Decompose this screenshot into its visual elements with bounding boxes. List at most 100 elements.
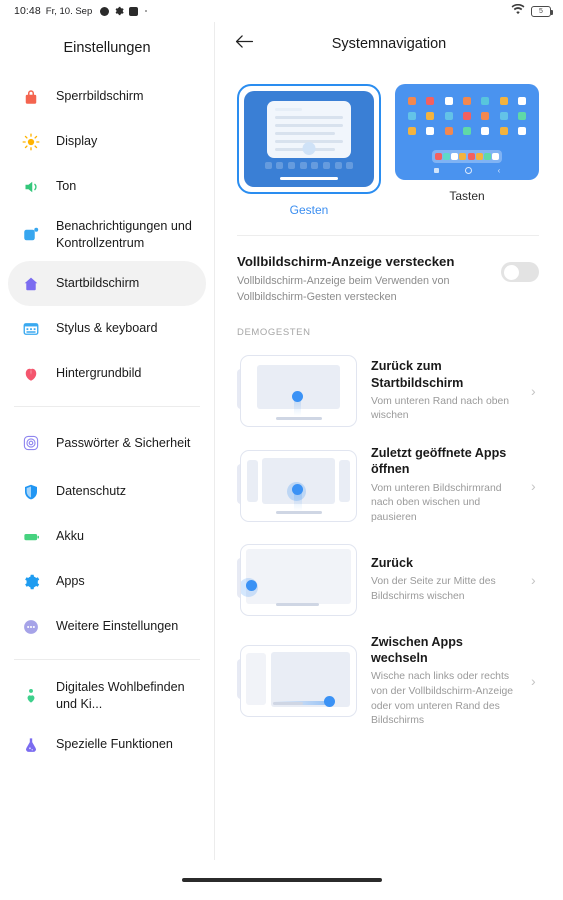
settings-sidebar: Einstellungen Sperrbildschirm Display Ton B… [0,22,215,860]
sidebar-item-startbildschirm[interactable]: Startbildschirm [8,261,206,306]
gesture-title: Zuletzt geöffnete Apps öffnen [371,446,507,477]
keyboard-icon [20,318,42,340]
battery-level-text: 5 [539,7,543,15]
sidebar-item-stylus-keyboard[interactable]: Stylus & keyboard [8,306,206,351]
thumb-touch-dot [291,484,303,496]
mode-option-gestures[interactable]: Gesten [237,84,381,217]
chevron-right-icon[interactable]: › [531,674,545,688]
settings-app-window: 10:48 Fr, 10. Sep 5 Einstellungen Sperrb… [0,0,563,900]
thumb-home-bar [273,701,304,705]
sidebar-item-spezielle-funktionen[interactable]: Spezielle Funktionen [8,722,206,767]
sidebar-item-label: Akku [56,529,84,543]
back-button[interactable] [231,31,257,57]
sidebar-item-label: Benachrichtigungen und Kontrollzentrum [56,219,192,250]
preview-app-icon [462,97,471,106]
thumb-screen-right [338,460,351,503]
preview-app-icon [407,112,416,121]
thumb-frame [240,645,357,718]
swipe-up-home-thumb [237,355,357,428]
thumb-screen-left [246,460,259,503]
preview-app-icon [499,97,508,106]
sidebar-item-display[interactable]: Display [8,119,206,164]
status-bar: 10:48 Fr, 10. Sep 5 [0,0,563,22]
main-header: Systemnavigation [215,22,563,66]
preview-app-icon [426,127,435,136]
sidebar-item-hintergrundbild[interactable]: Hintergrundbild [8,351,206,396]
mode-gestures-label: Gesten [289,203,329,217]
preview-dock-icon [443,153,451,160]
status-time: 10:48 [14,5,41,17]
preview-line [275,131,335,135]
sidebar-group: Digitales Wohlbefinden und Ki... Speziell… [0,670,214,767]
gear-icon [114,6,124,16]
back-arrow-icon [235,34,254,54]
preview-dock-icon [475,153,483,160]
sidebar-item-passw-rter-sicherheit[interactable]: Passwörter & Sicherheit [8,417,206,469]
thumb-home-bar [275,511,322,515]
content-area: Einstellungen Sperrbildschirm Display Ton B… [0,22,563,860]
sidebar-item-label: Weitere Einstellungen [56,619,179,633]
preview-app-icon [462,112,471,121]
sidebar-item-weitere-einstellungen[interactable]: Weitere Einstellungen [8,604,206,649]
sidebar-item-sperrbildschirm[interactable]: Sperrbildschirm [8,74,206,119]
preview-app-row [407,127,527,136]
sidebar-item-label: Passwörter & Sicherheit [56,435,191,450]
status-bar-left: 10:48 Fr, 10. Sep [14,5,148,17]
swipe-up-hold-thumb [237,449,357,522]
status-date: Fr, 10. Sep [45,5,93,17]
chevron-right-icon[interactable]: › [531,479,545,493]
preview-app-icon [426,97,435,106]
sidebar-divider [14,659,200,660]
preview-app-icon [444,127,453,136]
mode-option-buttons[interactable]: ‹ Tasten [395,84,539,217]
shield-icon [20,481,42,503]
sidebar-divider [14,406,200,407]
preview-line [275,115,343,119]
thumb-screen [270,652,351,707]
preview-dock-icon [435,153,443,160]
sidebar-groups: Sperrbildschirm Display Ton Benachrichtigun… [0,74,214,767]
navigation-mode-selector: Gesten ‹ Tasten [215,66,563,217]
page-title: Systemnavigation [331,36,447,52]
battery-icon [20,526,42,548]
sidebar-item-label: Stylus & keyboard [56,321,158,335]
brightness-icon [20,131,42,153]
home-indicator-bar[interactable] [181,878,382,882]
demo-gestures-section-label: DEMOGESTEN [237,327,311,339]
gear-icon [20,571,42,593]
gesture-list-item[interactable]: Zwischen Apps wechseln Wische nach links … [237,625,545,738]
sidebar-item-apps[interactable]: Apps [8,559,206,604]
sidebar-item-datenschutz[interactable]: Datenschutz [8,469,206,514]
swipe-side-back-thumb [237,543,357,616]
gesture-list-item[interactable]: Zurück zum Startbildschirm Vom unteren Ra… [237,346,545,436]
fingerprint-icon [20,432,42,454]
sidebar-title: Einstellungen [63,40,151,56]
gesture-list-item[interactable]: Zuletzt geöffnete Apps öffnen Vom unteren… [237,436,545,535]
sidebar-item-label: Startbildschirm [56,276,140,290]
sidebar-item-benachrichtigungen-und-kontrollzentrum[interactable]: Benachrichtigungen und Kontrollzentrum [8,209,206,261]
gesture-subtitle: Vom unteren Rand nach oben wischen [371,395,510,422]
preview-app-icon [481,112,490,121]
preview-dock-icon [483,153,491,160]
hide-fullscreen-indicator-row[interactable]: Vollbildschirm-Anzeige verstecken Vollbi… [215,236,563,305]
sidebar-item-ton[interactable]: Ton [8,164,206,209]
preview-dock-icon [467,153,475,160]
thumb-touch-dot [291,391,303,403]
system-home-indicator [0,860,563,900]
sidebar-item-digitales-wohlbefinden-und-ki[interactable]: Digitales Wohlbefinden und Ki... [8,670,206,722]
preview-app-icon [518,112,527,121]
sidebar-item-akku[interactable]: Akku [8,514,206,559]
chevron-right-icon[interactable]: › [531,384,545,398]
mode-gestures-frame [237,84,381,194]
chevron-right-icon[interactable]: › [531,573,545,587]
gesture-subtitle: Von der Seite zur Mitte des Bildschirms … [371,576,496,602]
dot-icon [100,6,110,16]
hide-fullscreen-indicator-switch[interactable] [501,262,539,282]
thumb-screen-left [245,653,267,706]
gesture-list-item[interactable]: Zurück Von der Seite zur Mitte des Bildsc… [237,535,545,625]
preview-dock-dots [264,162,354,169]
flask-icon [20,734,42,756]
thumb-frame [240,355,357,428]
gestures-preview-thumbnail [244,91,374,187]
switch-knob [503,264,519,280]
